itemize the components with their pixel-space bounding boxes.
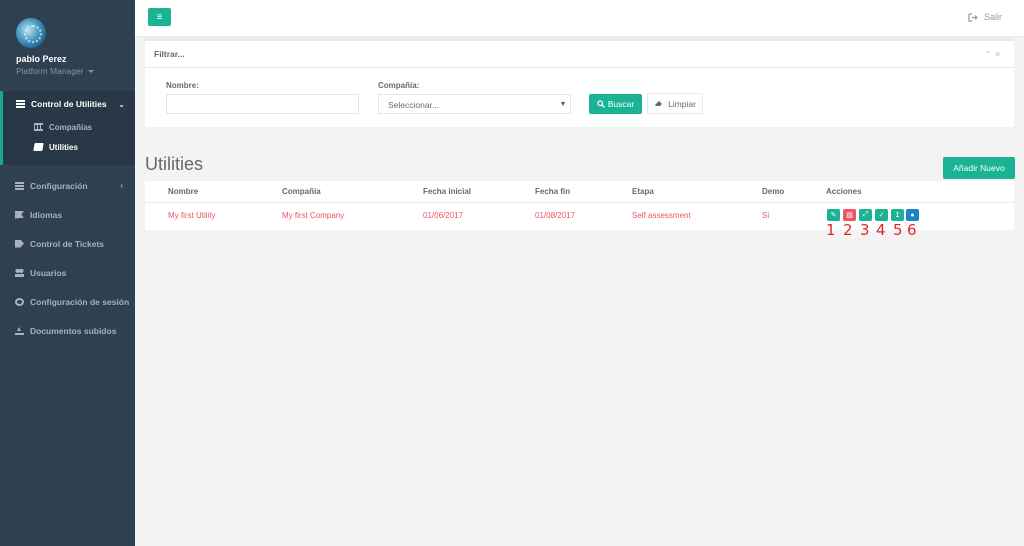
filter-panel: Filtrar... ⌃× Nombre: Compañía: Seleccio… (145, 38, 1014, 127)
edit-button[interactable]: ✎ (827, 209, 840, 221)
sidebar-item-usuarios[interactable]: Usuarios (0, 258, 135, 287)
table-cell[interactable]: My first Utility (168, 211, 216, 220)
table-cell: Si (762, 211, 770, 220)
filter-title: Filtrar... (154, 49, 185, 59)
user-role-dropdown[interactable]: Platform Manager (16, 66, 135, 76)
annotation-number: 6 (907, 221, 917, 239)
language-icon (15, 210, 24, 219)
list-icon (16, 100, 25, 108)
bank-icon (34, 123, 43, 131)
sidebar-item-label: Control de Tickets (30, 238, 104, 249)
delete-button[interactable]: ▧ (843, 209, 856, 221)
logout-label: Salir (983, 12, 1002, 22)
nav-group-control-utilities: Control de Utilities ⌄ Compañías Utiliti… (0, 91, 135, 165)
annotation-number: 5 (893, 221, 903, 239)
column-header: Nombre (168, 187, 199, 196)
page-title: Utilities (145, 154, 204, 174)
sidebar-item-label: Control de Utilities (31, 99, 107, 109)
user-button[interactable]: ● (906, 209, 919, 221)
sidebar-item-label: Usuarios (30, 267, 67, 278)
sidebar: pablo Perez Platform Manager Control de … (0, 0, 135, 546)
table-header: Nombre Compañía Fecha inicial Fecha fin … (145, 181, 1014, 203)
gear-icon (15, 297, 24, 306)
sidebar-item-label: Configuración (30, 180, 88, 191)
buscar-label: Buscar (607, 99, 635, 109)
column-header: Demo (762, 187, 785, 196)
table-cell: 01/06/2017 (423, 211, 464, 220)
list-icon (15, 181, 24, 190)
check-icon: ✓ (878, 212, 885, 219)
close-icon[interactable]: × (995, 50, 1004, 59)
sidebar-item-utilities[interactable]: Utilities (3, 137, 135, 157)
add-new-button[interactable]: Añadir Nuevo (943, 157, 1015, 179)
column-header: Acciones (826, 187, 862, 196)
nombre-input[interactable] (166, 94, 359, 114)
caret-down-icon (561, 102, 565, 106)
limpiar-button[interactable]: Limpiar (647, 93, 703, 114)
user-role-label: Platform Manager (16, 66, 84, 76)
avatar (16, 18, 46, 48)
hamburger-icon: ≡ (156, 11, 163, 23)
search-icon (597, 100, 605, 108)
tag-icon (15, 239, 24, 248)
compania-label: Compañía: (378, 81, 420, 90)
nombre-label: Nombre: (166, 81, 199, 90)
collapse-icon[interactable]: ⌃ (985, 50, 996, 59)
caret-down-icon (87, 70, 94, 74)
sidebar-item-companias[interactable]: Compañías (3, 117, 135, 137)
sidebar-item-configuracion-sesion[interactable]: Configuración de sesión (0, 287, 135, 316)
edit-icon: ✎ (830, 212, 837, 219)
annotation-number: 3 (860, 221, 870, 239)
eraser-icon (655, 101, 663, 106)
sidebar-item-control-utilities[interactable]: Control de Utilities ⌄ (3, 91, 135, 117)
column-header: Etapa (632, 187, 654, 196)
sidebar-nav: Control de Utilities ⌄ Compañías Utiliti… (0, 91, 135, 345)
menu-toggle-button[interactable]: ≡ (148, 8, 171, 26)
compania-select-value: Seleccionar... (388, 100, 440, 110)
sidebar-item-configuracion[interactable]: Configuración ‹ (0, 171, 135, 200)
table-cell: 01/08/2017 (535, 211, 576, 220)
column-header: Fecha fin (535, 187, 571, 196)
sidebar-item-label: Documentos subidos (30, 325, 117, 336)
buscar-button[interactable]: Buscar (589, 94, 642, 114)
chevron-down-icon: ⌄ (118, 99, 125, 109)
upload-button[interactable]: ↥ (891, 209, 904, 221)
upload-icon: ↥ (894, 212, 901, 219)
compania-select[interactable]: Seleccionar... (378, 94, 571, 114)
chevron-left-icon: ‹ (120, 181, 123, 190)
sidebar-item-label: Compañías (49, 122, 93, 132)
sidebar-item-label: Utilities (49, 142, 78, 152)
filter-panel-header: Filtrar... ⌃× (145, 41, 1014, 68)
sidebar-item-label: Configuración de sesión (30, 296, 130, 307)
expand-button[interactable]: ⤢ (859, 209, 872, 221)
annotation-number: 1 (826, 221, 836, 239)
sidebar-item-idiomas[interactable]: Idiomas (0, 200, 135, 229)
profile: pablo Perez Platform Manager (0, 0, 135, 86)
logout-link[interactable]: Salir (968, 12, 1002, 22)
users-icon (15, 268, 24, 277)
upload-icon (15, 326, 24, 335)
approve-button[interactable]: ✓ (875, 209, 888, 221)
column-header: Compañía (282, 187, 321, 196)
top-navbar: ≡ Salir (135, 0, 1024, 37)
sidebar-item-documentos-subidos[interactable]: Documentos subidos (0, 316, 135, 345)
panel-tools: ⌃× (985, 50, 1004, 59)
book-icon (33, 143, 44, 151)
table-cell: Self assessment (632, 211, 691, 220)
user-icon: ● (910, 211, 915, 219)
sidebar-item-label: Idiomas (30, 209, 63, 220)
trash-icon: ▧ (846, 212, 853, 219)
annotation-number: 2 (843, 221, 853, 239)
column-header: Fecha inicial (423, 187, 472, 196)
user-name: pablo Perez (16, 54, 67, 64)
expand-icon: ⤢ (862, 211, 869, 218)
annotation-number: 4 (876, 221, 886, 239)
sidebar-item-control-tickets[interactable]: Control de Tickets (0, 229, 135, 258)
table-cell[interactable]: My first Company (282, 211, 344, 220)
sign-out-icon (968, 12, 978, 22)
limpiar-label: Limpiar (668, 98, 696, 109)
